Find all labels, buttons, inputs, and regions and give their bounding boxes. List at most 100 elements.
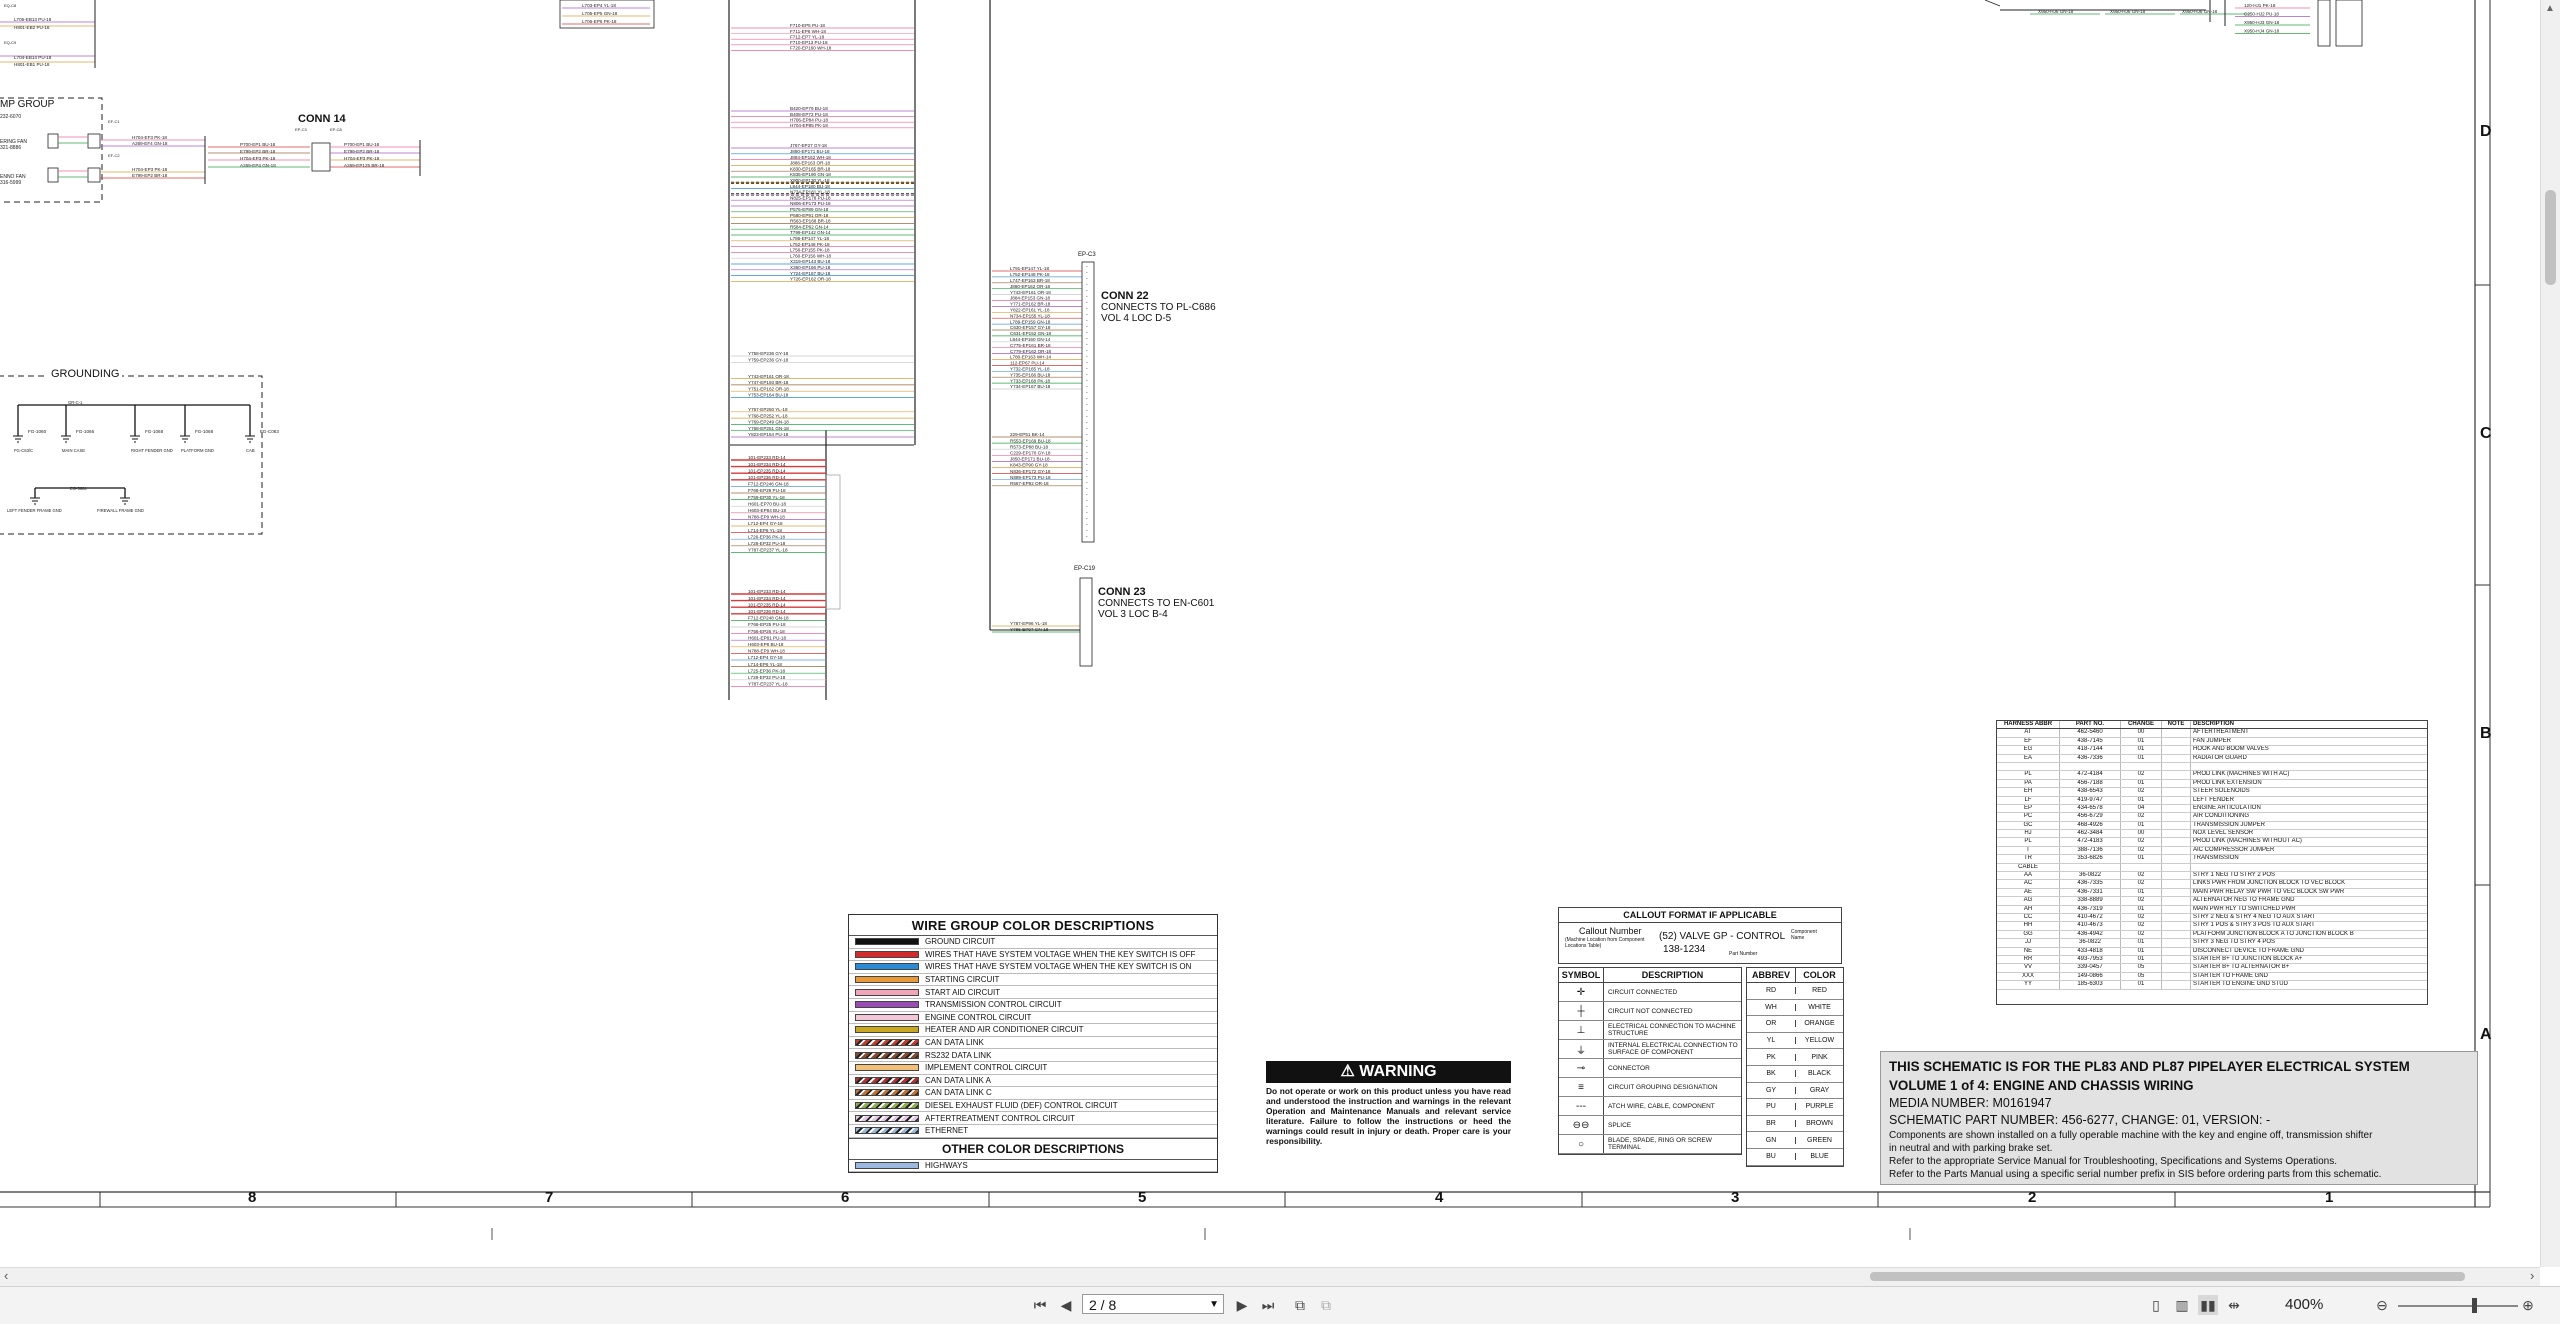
harness-cell: TR xyxy=(1997,855,2060,863)
harness-cell xyxy=(2162,796,2191,804)
harness-row: RR 493-7953 01 STARTER B+ TO JUNCTION BLOCK… xyxy=(1997,955,2427,965)
wire-label: K843-EP90 GY-18 xyxy=(1010,463,1048,468)
abbrev-code: BU xyxy=(1747,1153,1796,1161)
abbrev-row: RD RED xyxy=(1747,983,1843,1000)
horizontal-scroll-thumb[interactable] xyxy=(1870,1272,2465,1281)
color-swatch xyxy=(855,988,919,996)
harness-cell: EA xyxy=(1997,754,2060,762)
symbol-glyph-icon: ≡ xyxy=(1559,1078,1604,1096)
wire-color-table: WIRE GROUP COLOR DESCRIPTIONS GROUND CIR… xyxy=(848,914,1218,1173)
harness-cell: 01 xyxy=(2121,737,2162,746)
fit-width-icon[interactable]: ⇹ xyxy=(2224,1295,2244,1315)
wire-label: L703-EP4 YL-18 xyxy=(582,3,616,8)
zoom-in-icon[interactable]: ⊕ xyxy=(2518,1295,2538,1315)
wire-label: Y769-EP249 GN-18 xyxy=(748,420,789,425)
prev-page-icon[interactable]: ◀ xyxy=(1056,1295,1076,1315)
harness-cell: 185-6303 xyxy=(2060,981,2121,989)
symbol-glyph-icon: ┼ xyxy=(1559,1002,1604,1020)
vertical-scroll-thumb[interactable] xyxy=(2545,190,2556,285)
harness-cell: 339-0457 xyxy=(2060,964,2121,972)
harness-cell: HOOK AND BOOM VALVES xyxy=(2193,746,2269,753)
harness-row: PA 456-7188 01 PROD LINK EXTENSION xyxy=(1997,779,2427,789)
conn23-title: CONN 23 xyxy=(1098,586,1146,598)
title-part: SCHEMATIC PART NUMBER: 456-6277, CHANGE:… xyxy=(1889,1113,2271,1127)
conn22-part: EP-C3 xyxy=(1078,252,1096,258)
continuous-view-icon[interactable]: ▥ xyxy=(2172,1295,2192,1315)
conn23-line2: VOL 3 LOC B-4 xyxy=(1098,609,1168,620)
paste-page-icon[interactable]: ⧉ xyxy=(1316,1295,1336,1315)
zoom-out-icon[interactable]: ⊖ xyxy=(2372,1295,2392,1315)
wire-label: Y734-EP167 BU-18 xyxy=(1010,384,1051,389)
wire-label: L705-EB13 PU-18 xyxy=(14,17,52,22)
copy-page-icon[interactable]: ⧉ xyxy=(1290,1295,1310,1315)
zoom-slider[interactable] xyxy=(2398,1305,2518,1307)
wire-label: L704-EB14 PU-18 xyxy=(14,55,52,60)
scroll-right-icon[interactable]: › xyxy=(2530,1268,2534,1283)
grid-row-letter: C xyxy=(2480,425,2492,442)
harness-cell: 04 xyxy=(2121,804,2162,813)
abbrev-color: PINK xyxy=(1811,1053,1828,1061)
color-label: ENGINE CONTROL CIRCUIT xyxy=(925,1012,1032,1022)
wire-label: L706-EP6 PK-18 xyxy=(582,19,617,24)
harness-cell: 410-4672 xyxy=(2060,913,2121,922)
two-page-view-icon[interactable]: ▮▮ xyxy=(2198,1295,2218,1315)
color-row: IMPLEMENT CONTROL CIRCUIT xyxy=(849,1062,1217,1075)
scroll-up-icon[interactable]: ▲ xyxy=(2545,3,2555,14)
fan-motor-symbol xyxy=(47,133,59,149)
warning-icon: ⚠ xyxy=(1340,1063,1355,1080)
harness-row: NE 433-4818 01 DISCONNECT DEVICE TO FRAME G… xyxy=(1997,947,2427,956)
symbol-row: ┼ CIRCUIT NOT CONNECTED xyxy=(1559,1002,1741,1021)
harness-row: AT 462-5460 00 AFTERTREATMENT xyxy=(1997,729,2427,738)
next-page-icon[interactable]: ▶ xyxy=(1232,1295,1252,1315)
harness-cell: 01 xyxy=(2121,905,2162,913)
harness-cell xyxy=(2162,922,2191,930)
conn23-line1: CONNECTS TO EN-C601 xyxy=(1098,598,1215,609)
symbol-row: ≡ CIRCUIT GROUPING DESIGNATION xyxy=(1559,1078,1741,1097)
wire-label: 101-EP234 RD-14 xyxy=(748,462,786,467)
conn23-label: CONN 23 CONNECTS TO EN-C601 VOL 3 LOC B-… xyxy=(1098,586,1215,621)
wire-label: H603-EP8 BU-18 xyxy=(748,642,784,647)
color-swatch xyxy=(855,1013,919,1021)
harness-cell: STRY 1 NEG TO STRY 2 POS xyxy=(2193,872,2276,879)
component-label: 232-6070 xyxy=(0,114,21,120)
harness-row: CC 410-4672 02 STRY 2 NEG & STRY 4 NEG TO A… xyxy=(1997,913,2427,923)
last-page-icon[interactable]: ⏭ xyxy=(1258,1295,1278,1315)
zoom-slider-knob[interactable] xyxy=(2472,1298,2477,1313)
wire-label: L791-EP147 YL-18 xyxy=(1010,266,1049,271)
harness-cell: 05 xyxy=(2121,972,2162,981)
wire-label: X950-HJ4 GN-18 xyxy=(2244,29,2280,34)
harness-cell: LF xyxy=(1997,796,2060,804)
harness-cell xyxy=(2162,804,2191,813)
page-number-select[interactable]: 2 / 8 ▼ xyxy=(1082,1294,1224,1314)
symbol-row: ⏚ INTERNAL ELECTRICAL CONNECTION TO SURFA… xyxy=(1559,1040,1741,1059)
harness-cell: AFTERTREATMENT xyxy=(2193,729,2249,736)
color-swatch xyxy=(855,1051,919,1059)
scroll-left-icon[interactable]: ‹ xyxy=(4,1268,8,1283)
description-header: DESCRIPTION xyxy=(1641,970,1704,980)
wire-label: L760-EP156 WH-18 xyxy=(790,253,832,258)
component-label: EQ-C9 xyxy=(4,40,17,45)
wire-label: A269-EP125 BR-18 xyxy=(344,163,385,168)
wire-label: L844-EP160 GN-14 xyxy=(1010,337,1051,342)
harness-cell: PC xyxy=(1997,813,2060,821)
color-label: HIGHWAYS xyxy=(925,1160,968,1170)
wire-label: K835-EP190 GN-18 xyxy=(790,172,831,177)
wire-label: F766-EP25 PU-18 xyxy=(748,622,786,627)
wire-label: F756-EP26 YL-18 xyxy=(748,629,785,634)
wire-label: Y759-EP236 GY-18 xyxy=(748,358,789,363)
harness-cell xyxy=(2162,872,2191,880)
wire-label: L712-EP4 GY-18 xyxy=(748,521,783,526)
harness-cell: STRY 2 NEG & STRY 4 NEG TO AUX START xyxy=(2193,913,2316,920)
harness-cell: AIR CONDITIONING xyxy=(2193,813,2250,820)
harness-row: EG 418-7144 01 HOOK AND BOOM VALVES xyxy=(1997,746,2427,755)
symbol-header: SYMBOL xyxy=(1559,968,1604,982)
single-page-view-icon[interactable]: ▯ xyxy=(2146,1295,2166,1315)
color-label: ETHERNET xyxy=(925,1126,969,1136)
wire-label: B408-EP72 PU-18 xyxy=(790,112,828,117)
wire-label: H704-EP3 PK-18 xyxy=(240,156,276,161)
symbol-glyph-icon: ⊖⊖ xyxy=(1559,1116,1604,1134)
wire-label: B420-EP79 BU-18 xyxy=(790,106,828,111)
harness-cell xyxy=(2121,863,2162,872)
first-page-icon[interactable]: ⏮ xyxy=(1030,1295,1050,1315)
symbol-glyph-icon: ✛ xyxy=(1559,983,1604,1001)
